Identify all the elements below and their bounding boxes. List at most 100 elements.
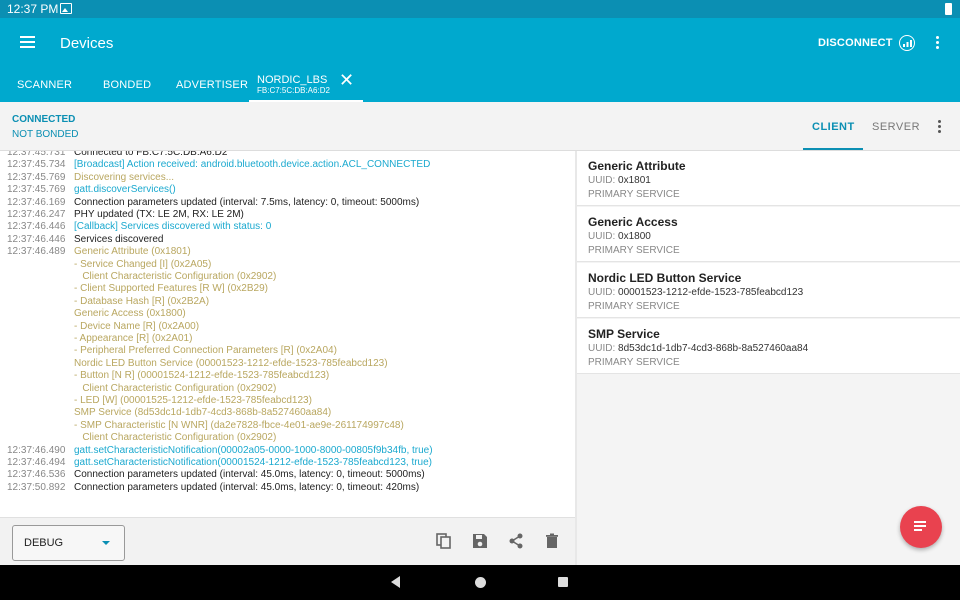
service-uuid: UUID: 0x1801 bbox=[588, 175, 651, 186]
disconnect-button[interactable]: DISCONNECT bbox=[818, 37, 893, 49]
log-message: - Service Changed [I] (0x2A05) bbox=[74, 258, 212, 270]
nav-home-icon[interactable] bbox=[475, 577, 486, 588]
service-item[interactable]: Generic Attribute UUID: 0x1801 PRIMARY SER… bbox=[577, 151, 960, 206]
log-message: - Appearance [R] (0x2A01) bbox=[74, 333, 193, 344]
log-message: - SMP Characteristic [N WNR] (da2e7828-f… bbox=[74, 419, 404, 431]
log-message: Nordic LED Button Service (00001523-1212… bbox=[74, 357, 388, 369]
log-message: SMP Service (8d53dc1d-1db7-4cd3-868b-8a5… bbox=[74, 407, 332, 419]
service-type: PRIMARY SERVICE bbox=[588, 357, 680, 368]
service-uuid: UUID: 00001523-1212-efde-1523-785feabcd1… bbox=[588, 287, 803, 298]
connection-state: CONNECTED bbox=[12, 114, 76, 125]
log-message: gatt.discoverServices() bbox=[74, 184, 176, 196]
log-timestamp: 12:37:45.769 bbox=[7, 171, 66, 183]
service-item[interactable]: Generic Access UUID: 0x1800 PRIMARY SERVIC… bbox=[577, 207, 960, 262]
service-type: PRIMARY SERVICE bbox=[588, 189, 680, 200]
log-message: - Peripheral Preferred Connection Parame… bbox=[74, 345, 337, 357]
service-uuid: UUID: 0x1800 bbox=[588, 231, 651, 242]
log-timestamp: 12:37:46.494 bbox=[7, 457, 66, 468]
tab-bonded[interactable]: BONDED bbox=[103, 79, 151, 91]
service-uuid: UUID: 8d53dc1d-1db7-4cd3-868b-8a527460aa… bbox=[588, 343, 808, 354]
service-uuid-label: UUID: bbox=[588, 175, 616, 186]
log-toolbar: DEBUG bbox=[0, 517, 575, 565]
battery-icon bbox=[945, 3, 952, 15]
log-message: - Device Name [R] (0x2A00) bbox=[74, 320, 200, 332]
service-uuid-label: UUID: bbox=[588, 343, 616, 354]
log-message: [Broadcast] Action received: android.blu… bbox=[74, 159, 431, 171]
log-message: Client Characteristic Configuration (0x2… bbox=[74, 271, 277, 282]
service-type: PRIMARY SERVICE bbox=[588, 301, 680, 312]
log-message: Discovering services... bbox=[74, 171, 175, 183]
device-tab-address: FB:C7:5C:DB:A6:D2 bbox=[257, 86, 330, 95]
tab-client[interactable]: CLIENT bbox=[812, 121, 855, 133]
log-message: Client Characteristic Configuration (0x2… bbox=[74, 432, 277, 444]
dropdown-caret-icon bbox=[102, 541, 110, 545]
service-item[interactable]: SMP Service UUID: 8d53dc1d-1db7-4cd3-868b… bbox=[577, 319, 960, 374]
service-name: Generic Access bbox=[588, 215, 678, 229]
rssi-icon[interactable] bbox=[899, 35, 915, 51]
log-timestamp: 12:37:45.769 bbox=[7, 184, 66, 196]
close-icon[interactable]: ✕ bbox=[339, 71, 354, 89]
log-level-select[interactable]: DEBUG bbox=[12, 525, 125, 561]
service-uuid-label: UUID: bbox=[588, 287, 616, 298]
tab-advertiser[interactable]: ADVERTISER bbox=[176, 79, 248, 91]
share-icon[interactable] bbox=[507, 532, 525, 550]
log-timestamp: 12:37:45.734 bbox=[7, 159, 66, 171]
menu-icon[interactable] bbox=[20, 36, 35, 48]
status-time: 12:37 PM bbox=[7, 2, 59, 16]
system-nav-bar bbox=[0, 565, 960, 600]
nav-recents-icon[interactable] bbox=[558, 577, 568, 587]
delete-icon[interactable] bbox=[543, 532, 561, 550]
log-message: [Callback] Services discovered with stat… bbox=[74, 221, 272, 233]
nav-back-icon[interactable] bbox=[391, 576, 400, 588]
service-uuid-value: 0x1801 bbox=[618, 175, 651, 186]
log-message: Connection parameters updated (interval:… bbox=[74, 469, 425, 481]
device-tab-name: NORDIC_LBS bbox=[257, 74, 328, 86]
log-list[interactable]: 12:37:45.731 Connected to FB:C7:5C:DB:A6:… bbox=[0, 151, 575, 517]
tab-server[interactable]: SERVER bbox=[872, 121, 920, 133]
log-timestamp: 12:37:46.247 bbox=[7, 209, 66, 220]
service-item[interactable]: Nordic LED Button Service UUID: 00001523-… bbox=[577, 263, 960, 318]
log-message: PHY updated (TX: LE 2M, RX: LE 2M) bbox=[74, 209, 244, 220]
log-message: Connected to FB:C7:5C:DB:A6:D2 bbox=[74, 151, 228, 158]
log-timestamp: 12:37:45.731 bbox=[7, 151, 66, 158]
log-level-value: DEBUG bbox=[24, 537, 64, 549]
page-title: Devices bbox=[60, 35, 114, 52]
more-vert-icon[interactable] bbox=[934, 36, 940, 50]
service-type: PRIMARY SERVICE bbox=[588, 245, 680, 256]
log-timestamp: 12:37:46.446 bbox=[7, 221, 66, 233]
bond-state: NOT BONDED bbox=[12, 129, 79, 140]
log-timestamp: 12:37:46.169 bbox=[7, 196, 66, 208]
tab-scanner[interactable]: SCANNER bbox=[17, 79, 72, 91]
log-message: Services discovered bbox=[74, 233, 164, 245]
image-icon bbox=[60, 3, 72, 14]
log-message: Generic Access (0x1800) bbox=[74, 308, 186, 320]
service-uuid-value: 0x1800 bbox=[618, 231, 651, 242]
more-vert-icon[interactable] bbox=[936, 120, 942, 134]
service-name: Nordic LED Button Service bbox=[588, 271, 742, 285]
connection-bar: CONNECTED NOT BONDED CLIENT SERVER bbox=[0, 102, 960, 151]
log-message: Generic Attribute (0x1801) bbox=[74, 246, 191, 258]
service-name: Generic Attribute bbox=[588, 159, 686, 173]
log-message: Client Characteristic Configuration (0x2… bbox=[74, 382, 277, 394]
client-tab-indicator bbox=[803, 148, 863, 150]
copy-icon[interactable] bbox=[435, 532, 453, 550]
log-message: - Database Hash [R] (0x2B2A) bbox=[74, 295, 210, 307]
service-uuid-label: UUID: bbox=[588, 231, 616, 242]
fab-log-icon bbox=[914, 521, 928, 533]
log-message: - LED [W] (00001525-1212-efde-1523-785fe… bbox=[74, 395, 312, 406]
log-message: gatt.setCharacteristicNotification(00002… bbox=[74, 444, 433, 456]
log-message: Connection parameters updated (interval:… bbox=[74, 196, 420, 208]
log-message: - Button [N R] (00001524-1212-efde-1523-… bbox=[74, 370, 330, 382]
log-timestamp: 12:37:50.892 bbox=[7, 481, 66, 493]
status-bar: 12:37 PM bbox=[0, 0, 960, 18]
app-bar: Devices DISCONNECT bbox=[0, 18, 960, 67]
save-icon[interactable] bbox=[471, 532, 489, 550]
device-tabs: SCANNER BONDED ADVERTISER NORDIC_LBS FB:… bbox=[0, 67, 960, 102]
service-uuid-value: 00001523-1212-efde-1523-785feabcd123 bbox=[618, 287, 804, 298]
tab-device[interactable]: NORDIC_LBS FB:C7:5C:DB:A6:D2 ✕ bbox=[249, 67, 363, 102]
log-timestamp: 12:37:46.489 bbox=[7, 246, 66, 258]
service-name: SMP Service bbox=[588, 327, 660, 341]
log-fab[interactable] bbox=[900, 506, 942, 548]
log-timestamp: 12:37:46.536 bbox=[7, 469, 66, 481]
log-message: Connection parameters updated (interval:… bbox=[74, 481, 420, 493]
